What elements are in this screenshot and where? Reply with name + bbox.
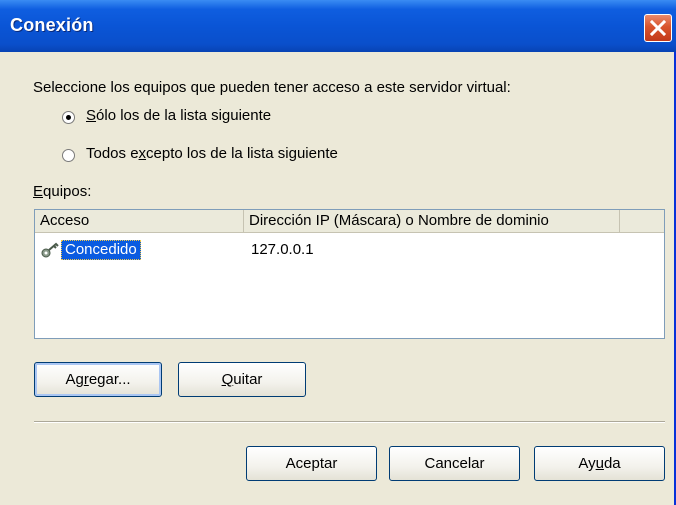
help-button-pre: Ay <box>578 455 596 472</box>
separator <box>34 421 665 423</box>
row-acceso-cell: Concedido <box>61 240 141 260</box>
remove-button[interactable]: Quitar <box>178 362 306 397</box>
radio-all-except-pre: Todos e <box>86 145 139 162</box>
help-button-rest: da <box>603 455 621 472</box>
prompt-text: Seleccione los equipos que pueden tener … <box>33 79 511 96</box>
key-icon <box>41 242 59 258</box>
window-title: Conexión <box>10 15 94 35</box>
radio-all-except-accel: x <box>138 145 147 162</box>
add-button[interactable]: Agregar... <box>34 362 162 397</box>
row-direccion-cell: 127.0.0.1 <box>251 241 314 258</box>
remove-button-rest: uitar <box>233 371 263 388</box>
radio-only-listed[interactable] <box>62 111 75 124</box>
column-header-acceso[interactable]: Acceso <box>35 210 244 232</box>
radio-only-listed-label[interactable]: Sólo los de la lista siguiente <box>86 107 271 124</box>
radio-all-except[interactable] <box>62 149 75 162</box>
title-bar[interactable]: Conexión <box>0 0 676 52</box>
cancel-button[interactable]: Cancelar <box>389 446 520 481</box>
add-button-pre: Ag <box>65 371 84 388</box>
radio-all-except-label[interactable]: Todos excepto los de la lista siguiente <box>86 145 338 162</box>
computers-list[interactable]: Acceso Dirección IP (Máscara) o Nombre d… <box>34 209 665 339</box>
remove-button-accel: Q <box>221 371 234 388</box>
close-icon <box>650 20 666 36</box>
dialog-window: Conexión Seleccione los equipos que pued… <box>0 0 676 505</box>
list-header: Acceso Dirección IP (Máscara) o Nombre d… <box>35 210 664 233</box>
radio-only-listed-accel: S <box>86 107 97 124</box>
help-button-accel: u <box>595 455 604 472</box>
add-button-rest: egar... <box>88 371 131 388</box>
equipos-label: Equipos: <box>33 183 91 200</box>
equipos-accel: E <box>33 183 44 200</box>
ok-button[interactable]: Aceptar <box>246 446 377 481</box>
radio-only-listed-rest: ólo los de la lista siguiente <box>96 107 272 124</box>
column-header-direccion[interactable]: Dirección IP (Máscara) o Nombre de domin… <box>244 210 620 232</box>
help-button[interactable]: Ayuda <box>534 446 665 481</box>
radio-all-except-rest: cepto los de la lista siguiente <box>146 145 338 162</box>
close-button[interactable] <box>644 14 672 42</box>
equipos-rest: quipos: <box>43 183 92 200</box>
